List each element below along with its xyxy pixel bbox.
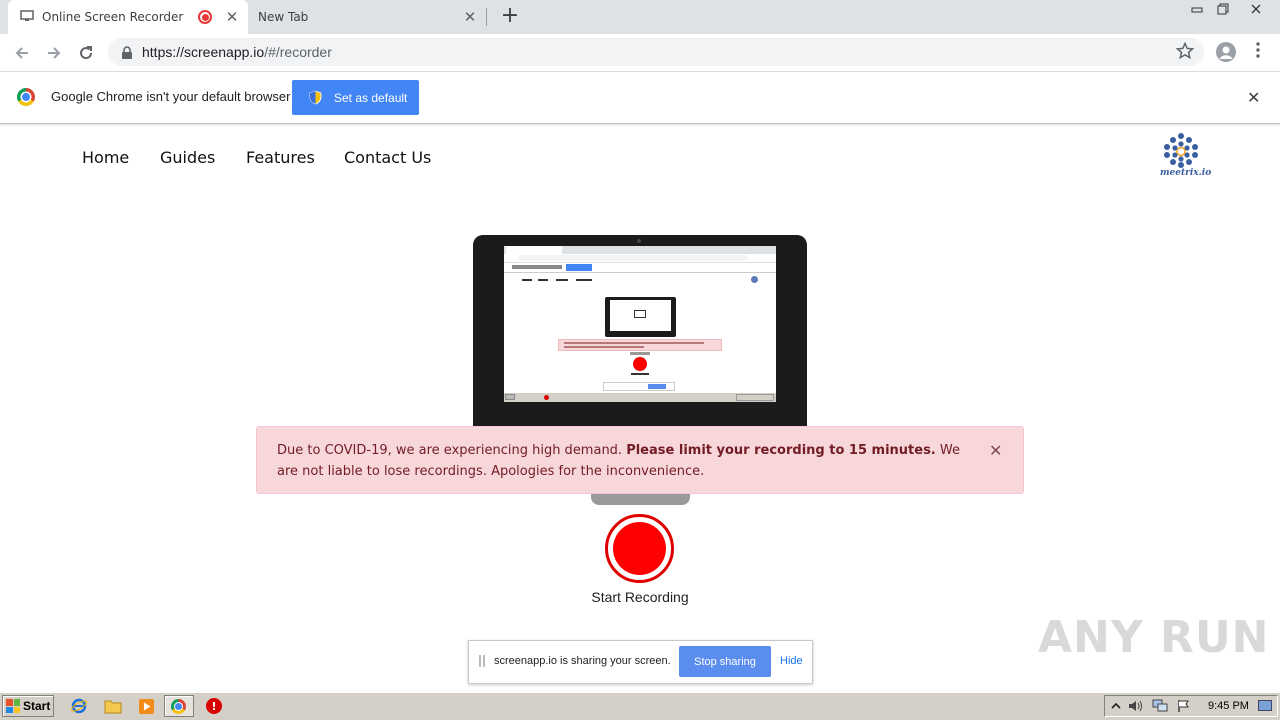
- show-desktop-icon[interactable]: [1258, 700, 1272, 711]
- drag-handle-icon[interactable]: [479, 655, 485, 667]
- nav-guides[interactable]: Guides: [160, 148, 215, 167]
- url-host: https://screenapp.io: [142, 44, 265, 60]
- stop-sharing-button[interactable]: Stop sharing: [679, 646, 771, 677]
- network-icon[interactable]: [1152, 698, 1168, 714]
- set-as-default-label: Set as default: [334, 90, 408, 105]
- alert-message: Due to COVID-19, we are experiencing hig…: [277, 440, 977, 482]
- meetrix-logo-text: meetrix.io: [1160, 168, 1212, 178]
- nav-home[interactable]: Home: [82, 148, 129, 167]
- file-explorer-icon[interactable]: [104, 697, 122, 715]
- start-recording-button[interactable]: [605, 514, 674, 583]
- windows-logo-icon: [6, 699, 20, 713]
- tab-title: New Tab: [258, 10, 309, 24]
- tab-separator: [486, 8, 487, 26]
- url-text: https://screenapp.io/#/recorder: [142, 44, 332, 60]
- kebab-menu-icon[interactable]: [1250, 42, 1266, 62]
- address-bar[interactable]: https://screenapp.io/#/recorder: [108, 38, 1204, 66]
- close-window-button[interactable]: [1239, 0, 1273, 18]
- reload-icon[interactable]: [73, 40, 99, 66]
- lock-icon: [120, 45, 134, 59]
- chrome-logo-icon: [17, 88, 35, 106]
- anyrun-watermark: ANY RUN: [1038, 612, 1270, 663]
- media-player-icon[interactable]: [137, 697, 155, 715]
- taskbar-clock[interactable]: 9:45 PM: [1208, 700, 1249, 712]
- volume-icon[interactable]: [1128, 698, 1144, 714]
- url-path: /#/recorder: [264, 44, 332, 60]
- bookmark-star-icon[interactable]: [1175, 41, 1195, 65]
- start-recording-label[interactable]: Start Recording: [560, 589, 720, 605]
- set-as-default-button[interactable]: Set as default: [292, 80, 419, 115]
- laptop-base: [591, 494, 690, 505]
- action-center-flag-icon[interactable]: [1176, 698, 1192, 714]
- nav-features[interactable]: Features: [246, 148, 315, 167]
- laptop-camera: [637, 239, 641, 243]
- nav-contact-us[interactable]: Contact Us: [344, 148, 431, 167]
- sharing-message: screenapp.io is sharing your screen.: [494, 655, 671, 667]
- close-alert-icon[interactable]: ✕: [989, 441, 1002, 460]
- alert-text-intro: Due to COVID-19, we are experiencing hig…: [277, 443, 627, 458]
- close-tab-icon[interactable]: ✕: [222, 7, 242, 27]
- close-infobar-icon[interactable]: ✕: [1247, 88, 1260, 107]
- infobar-message: Google Chrome isn't your default browser: [51, 89, 291, 104]
- chrome-taskbar-icon: [171, 699, 186, 714]
- monitor-icon: [20, 9, 34, 25]
- minimize-window-button[interactable]: [1183, 0, 1211, 18]
- start-button[interactable]: Start: [2, 695, 54, 717]
- start-label: Start: [23, 699, 51, 713]
- recording-indicator-icon: [198, 10, 212, 24]
- internet-explorer-icon[interactable]: [70, 697, 88, 715]
- tab-new-tab[interactable]: New Tab ✕: [248, 0, 486, 34]
- hide-sharing-bar-button[interactable]: Hide: [780, 655, 803, 667]
- screen-preview: [504, 246, 776, 402]
- close-tab-icon[interactable]: ✕: [460, 7, 480, 27]
- show-hidden-icons-chevron-icon[interactable]: [1108, 698, 1124, 714]
- forward-arrow-icon[interactable]: [41, 40, 67, 66]
- restore-window-button[interactable]: [1209, 0, 1237, 18]
- new-tab-button[interactable]: +: [498, 5, 522, 29]
- stop-sign-icon[interactable]: !: [206, 698, 222, 714]
- tab-online-screen-recorder[interactable]: Online Screen Recorder ✕: [8, 0, 248, 34]
- uac-shield-icon: [308, 90, 323, 105]
- alert-text-emphasis: Please limit your recording to 15 minute…: [626, 443, 936, 458]
- tab-title: Online Screen Recorder: [42, 10, 184, 24]
- back-arrow-icon[interactable]: [9, 40, 35, 66]
- profile-avatar-icon[interactable]: [1216, 42, 1236, 62]
